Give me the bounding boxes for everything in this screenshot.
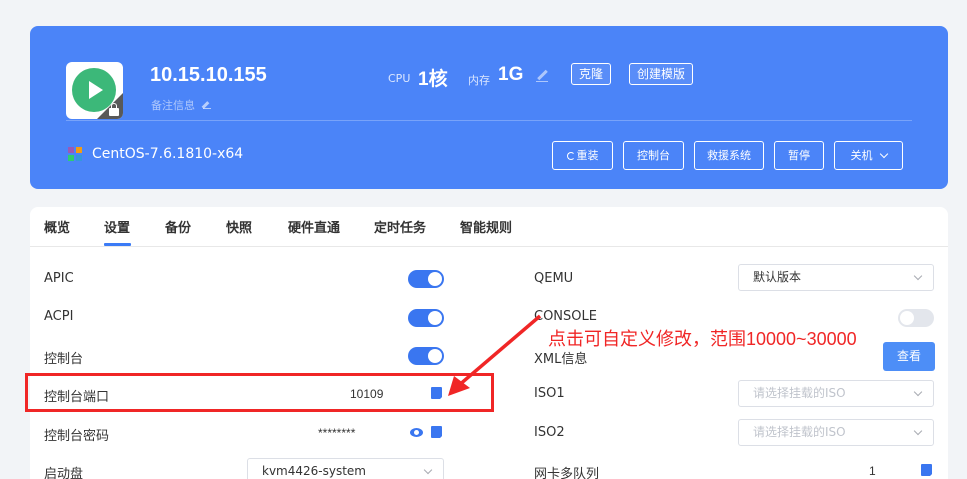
tab-schedule[interactable]: 定时任务	[374, 217, 426, 236]
apic-label: APIC	[44, 271, 74, 286]
pause-button[interactable]: 暂停	[774, 141, 824, 170]
chevron-down-icon	[913, 271, 923, 281]
mem-label: 内存	[468, 74, 490, 87]
os-name: CentOS-7.6.1810-x64	[92, 146, 244, 162]
chevron-down-icon	[913, 387, 923, 397]
chevron-down-icon	[913, 426, 923, 436]
iso2-label: ISO2	[534, 425, 565, 440]
console-password-value: ********	[318, 426, 356, 440]
qemu-select[interactable]: 默认版本	[738, 264, 934, 291]
view-xml-button[interactable]: 查看	[883, 342, 935, 371]
centos-icon	[68, 147, 82, 161]
nic-queue-value: 1	[869, 464, 876, 478]
edit-nic-queue-icon[interactable]	[921, 464, 932, 476]
lock-icon	[109, 103, 119, 116]
chevron-down-icon	[879, 149, 888, 159]
boot-disk-label: 启动盘	[44, 467, 84, 479]
annotation-arrow	[448, 314, 542, 396]
cpu-label: CPU	[388, 72, 411, 85]
note-label: 备注信息	[151, 99, 195, 112]
mem-value: 1G	[498, 64, 524, 85]
create-template-button[interactable]: 创建模版	[629, 63, 694, 85]
rescue-button[interactable]: 救援系统	[694, 141, 764, 170]
qemu-label: QEMU	[534, 271, 574, 286]
boot-disk-select[interactable]: kvm4426-system	[247, 458, 444, 479]
refresh-icon	[566, 152, 575, 160]
iso2-select[interactable]: 请选择挂载的ISO	[738, 419, 934, 446]
highlight-box	[25, 373, 494, 412]
vm-header-card: 10.15.10.155 备注信息 CPU 1核 内存 1G 克隆 创建模版 C…	[30, 26, 948, 189]
tab-bar: 概览 设置 备份 快照 硬件直通 定时任务 智能规则	[30, 207, 948, 247]
shutdown-dropdown[interactable]: 关机	[834, 141, 903, 170]
os-info: CentOS-7.6.1810-x64	[68, 146, 243, 162]
tab-overview[interactable]: 概览	[44, 217, 70, 236]
tab-snapshot[interactable]: 快照	[226, 217, 252, 236]
tab-settings[interactable]: 设置	[104, 217, 130, 236]
chevron-down-icon	[423, 465, 433, 475]
note-link[interactable]: 备注信息	[151, 97, 211, 113]
divider	[66, 120, 912, 121]
active-tab-indicator	[104, 243, 131, 246]
reinstall-button[interactable]: 重装	[552, 141, 613, 170]
nic-queue-label: 网卡多队列	[534, 467, 600, 479]
tab-backup[interactable]: 备份	[165, 217, 191, 236]
tab-passthrough[interactable]: 硬件直通	[288, 217, 340, 236]
clone-button[interactable]: 克隆	[571, 63, 612, 85]
acpi-label: ACPI	[44, 309, 74, 324]
console2-toggle[interactable]	[898, 309, 934, 327]
tab-rules[interactable]: 智能规则	[460, 217, 512, 236]
iso1-select[interactable]: 请选择挂载的ISO	[738, 380, 934, 407]
edit-spec-icon[interactable]	[536, 70, 548, 82]
vm-status-icon	[66, 62, 123, 119]
edit-password-icon[interactable]	[431, 426, 442, 438]
console-toggle[interactable]	[408, 347, 444, 365]
console-password-label: 控制台密码	[44, 429, 110, 444]
vm-ip: 10.15.10.155	[150, 64, 267, 86]
annotation-text: 点击可自定义修改，范围10000~30000	[548, 329, 857, 349]
console-button[interactable]: 控制台	[623, 141, 684, 170]
cpu-value: 1核	[418, 69, 448, 90]
eye-icon[interactable]	[410, 428, 423, 437]
console-label: 控制台	[44, 352, 84, 367]
acpi-toggle[interactable]	[408, 309, 444, 327]
pencil-icon	[202, 101, 211, 109]
apic-toggle[interactable]	[408, 270, 444, 288]
